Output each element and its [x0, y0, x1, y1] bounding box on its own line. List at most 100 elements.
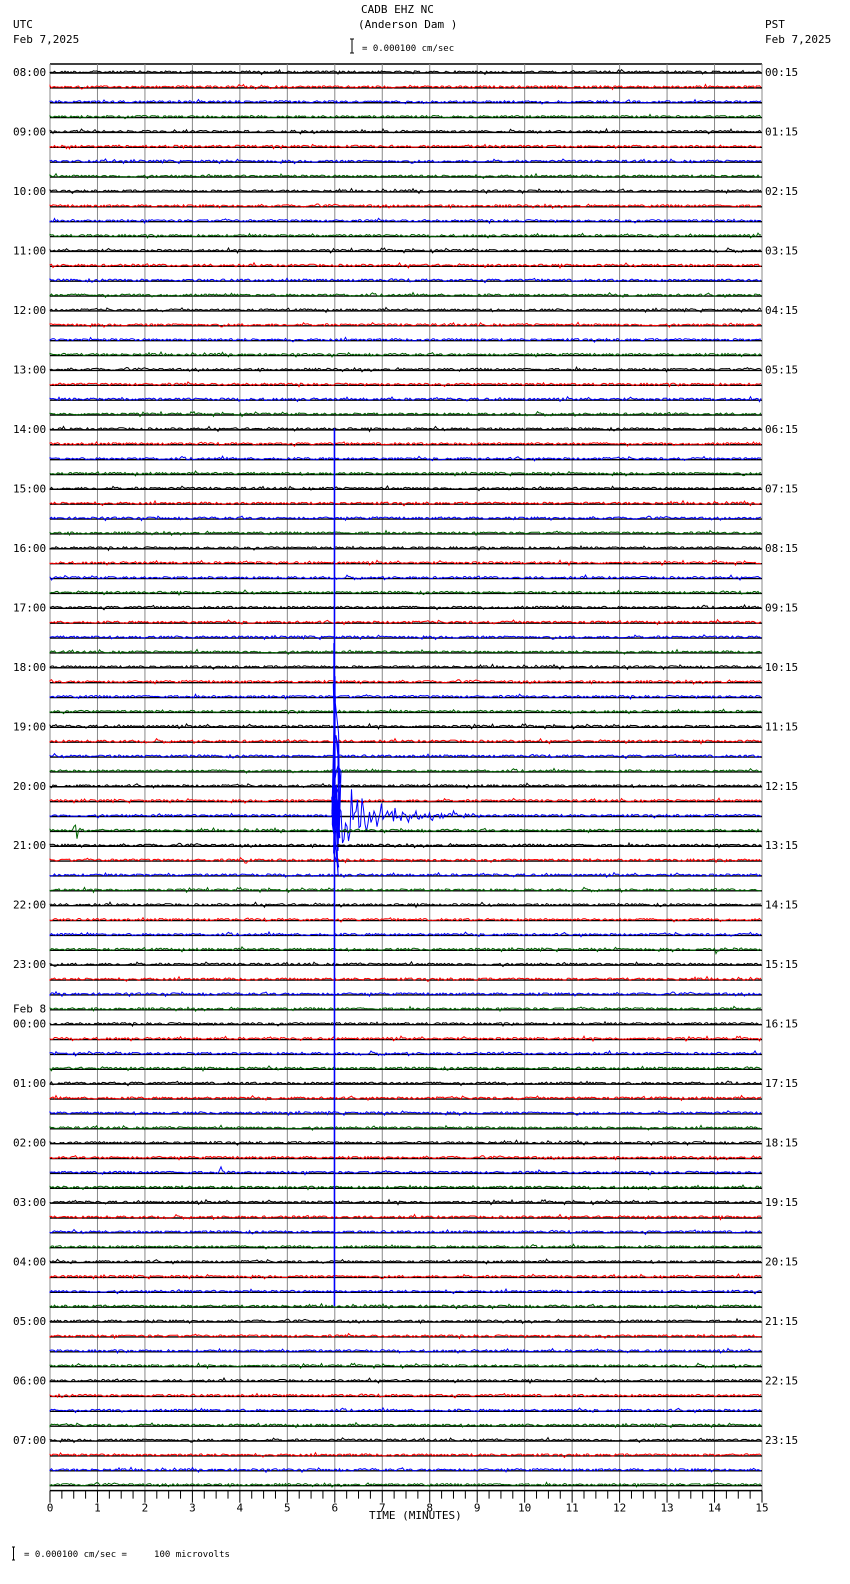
x-tick-label: 14: [708, 1502, 722, 1515]
seismic-trace: [49, 499, 762, 507]
seismic-trace: [49, 1213, 762, 1221]
x-tick-label: 1: [94, 1502, 101, 1515]
seismic-trace: [49, 1288, 762, 1295]
x-tick-label: 10: [518, 1502, 531, 1515]
scale-bar-icon: [350, 38, 354, 54]
utc-time-label: 09:00: [13, 125, 46, 138]
utc-time-label: 04:00: [13, 1256, 46, 1269]
seismic-trace: [49, 246, 762, 255]
utc-time-label: 17:00: [13, 601, 46, 614]
seismic-trace: [49, 1332, 762, 1340]
seismic-trace: [49, 886, 762, 894]
x-tick-label: 13: [660, 1502, 673, 1515]
utc-time-label: 15:00: [13, 482, 46, 495]
pst-time-label: 09:15: [765, 601, 798, 614]
seismic-trace: [49, 515, 762, 522]
seismic-trace: [49, 395, 762, 403]
utc-time-label: 07:00: [13, 1434, 46, 1447]
utc-time-label: 23:00: [13, 958, 46, 971]
x-tick-label: 3: [189, 1502, 196, 1515]
pst-time-label: 00:15: [765, 66, 798, 79]
utc-time-label: 10:00: [13, 185, 46, 198]
pst-time-label: 15:15: [765, 958, 798, 971]
pst-time-label: 11:15: [765, 720, 798, 733]
utc-time-label: 05:00: [13, 1315, 46, 1328]
utc-time-label: 11:00: [13, 244, 46, 257]
footer-scale-bar-icon: [12, 1546, 15, 1561]
seismic-trace: [49, 1065, 762, 1073]
seismic-trace: [49, 143, 762, 150]
x-tick-label: 6: [331, 1502, 338, 1515]
utc-time-label: 12:00: [13, 304, 46, 317]
pst-time-label: 12:15: [765, 780, 798, 793]
pst-time-label: 23:15: [765, 1434, 798, 1447]
utc-time-label: 00:00: [13, 1018, 46, 1031]
pst-time-label: 03:15: [765, 244, 798, 257]
pst-time-label: 20:15: [765, 1256, 798, 1269]
utc-time-label: 02:00: [13, 1137, 46, 1150]
seismic-trace: [49, 1451, 762, 1459]
pst-time-label: 21:15: [765, 1315, 798, 1328]
pst-time-label: 07:15: [765, 482, 798, 495]
x-tick-label: 7: [379, 1502, 386, 1515]
pst-time-label: 05:15: [765, 363, 798, 376]
utc-time-label: 01:00: [13, 1077, 46, 1090]
pst-time-label: 14:15: [765, 899, 798, 912]
date-change-label: Feb 8: [13, 1003, 46, 1016]
seismic-trace: [49, 381, 762, 388]
helicorder-plot: 0 1 2 3 4 5 6 7 8 9 10 11 12 13 14 1508:00 00:1509:00 01:…: [12, 38, 798, 1561]
x-tick-label: 11: [566, 1502, 579, 1515]
seismic-trace: [49, 975, 762, 983]
seismic-trace: [49, 789, 762, 851]
pst-time-label: 04:15: [765, 304, 798, 317]
x-tick-label: 2: [142, 1502, 149, 1515]
seismic-trace: [49, 1080, 762, 1087]
seismic-trace: [49, 722, 762, 730]
seismic-trace: [49, 277, 762, 284]
seismic-trace: [49, 589, 762, 597]
utc-time-label: 03:00: [13, 1196, 46, 1209]
seismic-trace: [49, 68, 762, 76]
seismic-trace: [49, 1377, 762, 1385]
x-tick-label: 4: [237, 1502, 244, 1515]
utc-time-label: 20:00: [13, 780, 46, 793]
pst-time-label: 06:15: [765, 423, 798, 436]
seismic-trace: [49, 737, 762, 745]
pst-time-label: 08:15: [765, 542, 798, 555]
pst-time-label: 13:15: [765, 839, 798, 852]
utc-time-label: 08:00: [13, 66, 46, 79]
seismic-trace: [49, 1392, 762, 1399]
utc-time-label: 06:00: [13, 1375, 46, 1388]
seismic-trace: [49, 856, 762, 864]
seismic-trace: [49, 1035, 762, 1043]
seismic-trace: [49, 217, 762, 225]
seismic-trace: [49, 559, 762, 567]
pst-time-label: 01:15: [765, 125, 798, 138]
seismic-trace: [49, 187, 762, 195]
seismic-trace: [49, 336, 762, 343]
x-tick-label: 8: [426, 1502, 433, 1515]
seismic-trace: [49, 410, 762, 418]
seismic-trace: [49, 425, 762, 433]
seismic-trace: [49, 1049, 762, 1057]
seismic-trace: [49, 901, 762, 909]
utc-time-label: 16:00: [13, 542, 46, 555]
utc-time-label: 14:00: [13, 423, 46, 436]
pst-time-label: 18:15: [765, 1137, 798, 1150]
x-tick-label: 15: [755, 1502, 768, 1515]
utc-time-label: 22:00: [13, 899, 46, 912]
utc-time-label: 13:00: [13, 363, 46, 376]
pst-time-label: 16:15: [765, 1018, 798, 1031]
x-tick-label: 5: [284, 1502, 291, 1515]
seismic-trace: [49, 693, 762, 701]
seismic-trace: [49, 1139, 762, 1146]
seismic-trace: [49, 916, 762, 923]
pst-time-label: 17:15: [765, 1077, 798, 1090]
seismic-trace: [49, 1198, 762, 1206]
pst-time-label: 10:15: [765, 661, 798, 674]
utc-time-label: 18:00: [13, 661, 46, 674]
seismic-trace: [49, 1362, 762, 1370]
x-tick-label: 0: [47, 1502, 54, 1515]
pst-time-label: 02:15: [765, 185, 798, 198]
seismic-trace: [49, 1020, 762, 1028]
